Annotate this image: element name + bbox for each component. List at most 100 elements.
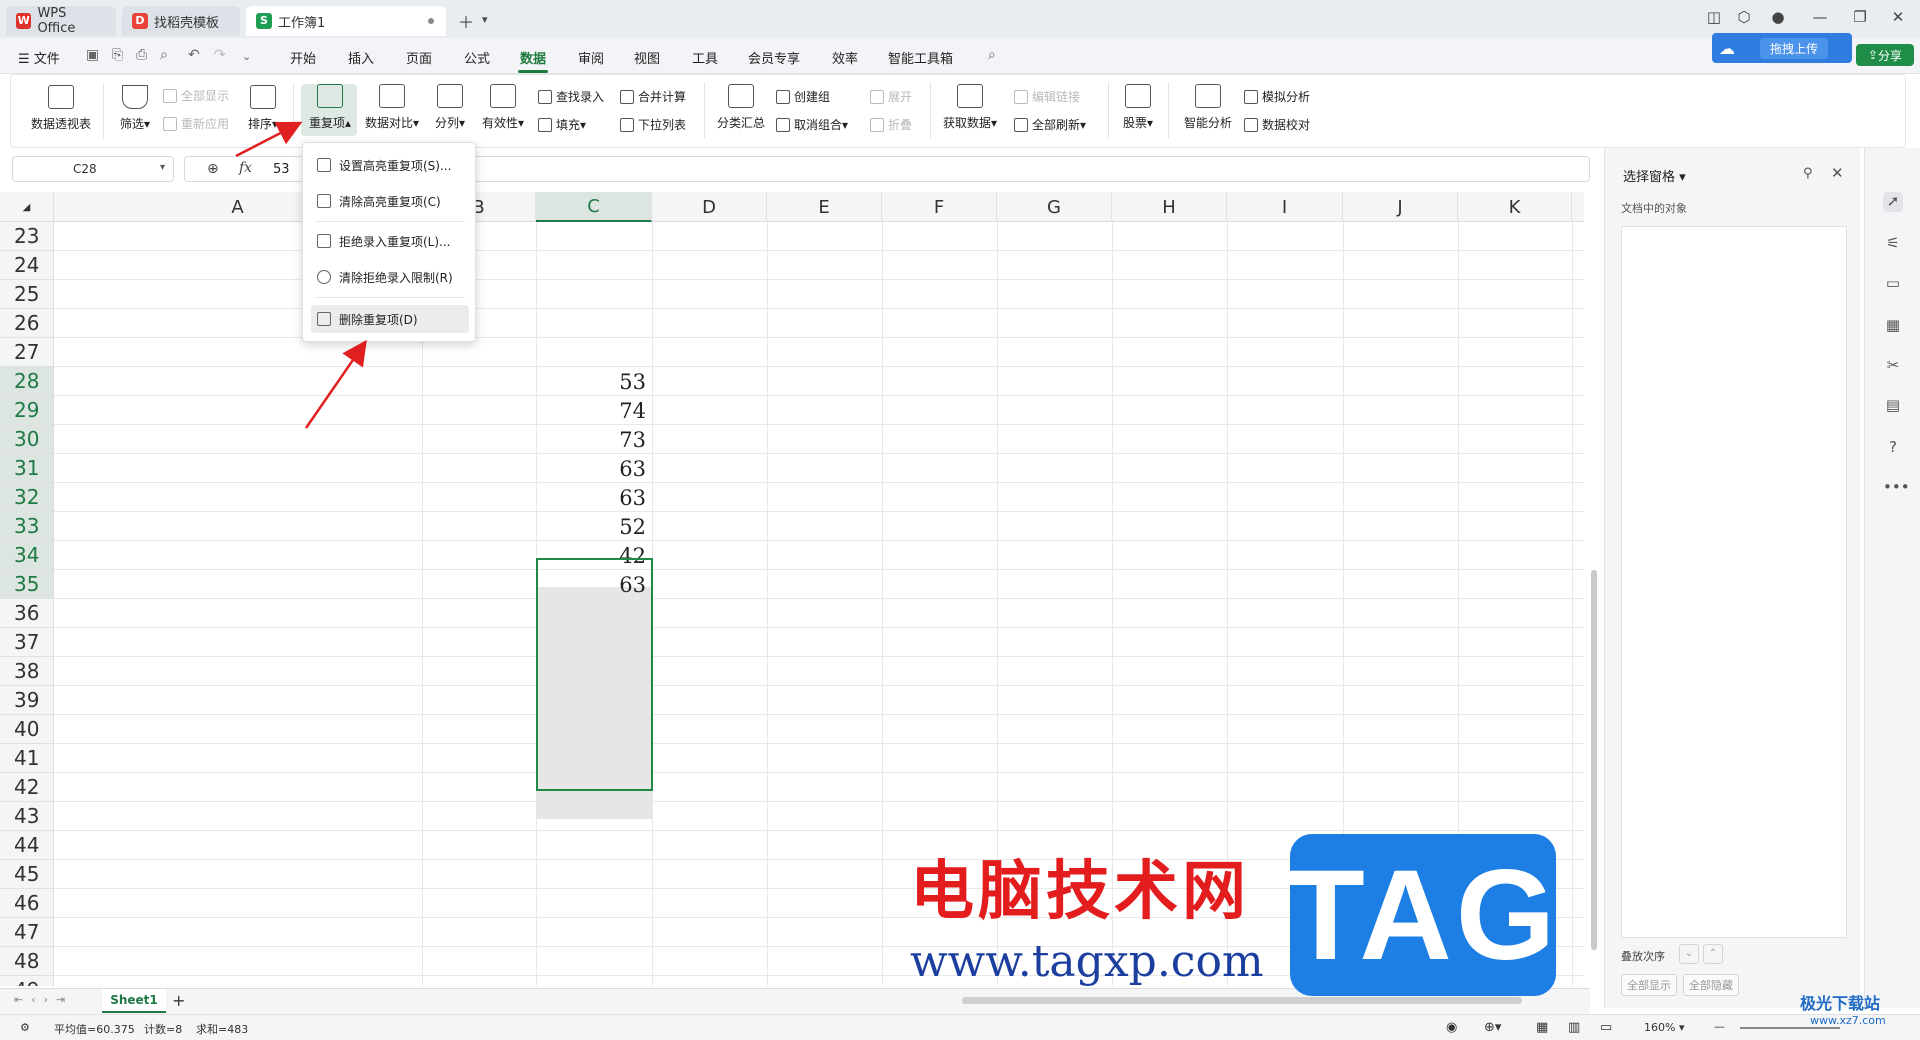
quick-access-chevron-icon[interactable]: ⌄ (242, 50, 251, 63)
menu-member[interactable]: 会员专享 (748, 48, 800, 67)
cell-C29[interactable]: 74 (536, 396, 652, 425)
smart-analysis-button[interactable]: 智能分析 (1178, 84, 1238, 131)
fill-button[interactable]: 填充 ▾ (538, 116, 586, 133)
close-icon[interactable]: ✕ (1888, 8, 1908, 26)
row-header-41[interactable]: 41 (0, 744, 54, 773)
reject-duplicate-entry-item[interactable]: 拒绝录入重复项(L)... (311, 227, 469, 255)
close-pane-icon[interactable]: ✕ (1831, 164, 1844, 182)
macro-icon[interactable]: ⚙ (20, 1021, 30, 1034)
row-header-39[interactable]: 39 (0, 686, 54, 715)
get-data-button[interactable]: 获取数据▾ (940, 84, 1000, 131)
row-header-37[interactable]: 37 (0, 628, 54, 657)
cube-icon[interactable]: ⬡ (1734, 8, 1754, 26)
filter-button[interactable]: 筛选▾ (115, 85, 155, 132)
hide-all-objects-button[interactable]: 全部隐藏 (1683, 974, 1739, 996)
select-pointer-icon[interactable]: ➚ (1883, 192, 1903, 212)
horizontal-scrollbar[interactable] (962, 997, 1522, 1004)
what-if-button[interactable]: 模拟分析 (1244, 88, 1310, 105)
row-header-46[interactable]: 46 (0, 889, 54, 918)
sheet-tab-sheet1[interactable]: Sheet1 (102, 989, 166, 1013)
data-compare-button[interactable]: 数据对比▾ (362, 84, 422, 131)
avatar[interactable]: ● (1768, 8, 1788, 26)
menu-efficiency[interactable]: 效率 (832, 48, 858, 67)
selection-range-C28-C35[interactable] (536, 558, 653, 791)
tab-list-chevron-icon[interactable]: ▾ (482, 13, 488, 26)
page-layout-icon[interactable]: ▥ (1568, 1020, 1580, 1035)
row-header-30[interactable]: 30 (0, 425, 54, 454)
subtotal-button[interactable]: 分类汇总 (714, 84, 768, 131)
row-header-42[interactable]: 42 (0, 773, 54, 802)
lookup-entry-button[interactable]: 查找录入 (538, 88, 604, 105)
column-header-H[interactable]: H (1112, 192, 1227, 222)
more-icon[interactable]: ••• (1883, 478, 1910, 498)
refresh-all-button[interactable]: 全部刷新 ▾ (1014, 116, 1086, 133)
menu-start[interactable]: 开始 (290, 48, 316, 67)
row-header-31[interactable]: 31 (0, 454, 54, 483)
row-header-47[interactable]: 47 (0, 918, 54, 947)
ungroup-button[interactable]: 取消组合 ▾ (776, 116, 848, 133)
restore-icon[interactable]: ❐ (1850, 8, 1870, 26)
menu-formula[interactable]: 公式 (464, 48, 490, 67)
print-preview-icon[interactable]: ⌕ (160, 47, 168, 63)
zoom-formula-icon[interactable]: ⊕ (207, 161, 219, 177)
minimize-icon[interactable]: — (1810, 8, 1830, 26)
cell-C32[interactable]: 63 (536, 483, 652, 512)
save-icon[interactable]: ▣ (86, 47, 99, 63)
column-header-G[interactable]: G (997, 192, 1112, 222)
vertical-scrollbar[interactable] (1591, 570, 1597, 950)
edit-links-button[interactable]: 编辑链接 (1014, 88, 1080, 105)
column-header-J[interactable]: J (1343, 192, 1458, 222)
unsaved-dot-icon[interactable] (428, 18, 434, 24)
page-break-icon[interactable]: ▭ (1600, 1020, 1612, 1035)
split-column-button[interactable]: 分列▾ (430, 84, 470, 131)
undo-icon[interactable]: ↶ (188, 47, 200, 63)
row-header-34[interactable]: 34 (0, 541, 54, 570)
name-box[interactable]: C28 ▾ (12, 156, 174, 182)
column-header-E[interactable]: E (767, 192, 882, 222)
row-header-40[interactable]: 40 (0, 715, 54, 744)
select-all-corner[interactable]: ◢ (0, 192, 54, 222)
row-header-29[interactable]: 29 (0, 396, 54, 425)
row-header-32[interactable]: 32 (0, 483, 54, 512)
comment-icon[interactable]: ▭ (1883, 274, 1903, 294)
search-icon[interactable]: ⌕ (988, 47, 996, 63)
cell-C30[interactable]: 73 (536, 425, 652, 454)
set-highlight-duplicates-item[interactable]: 设置高亮重复项(S)... (311, 151, 469, 179)
redo-icon[interactable]: ↷ (214, 47, 226, 63)
row-header-43[interactable]: 43 (0, 802, 54, 831)
clear-reject-restriction-item[interactable]: 清除拒绝录入限制(R) (311, 263, 469, 291)
menu-data[interactable]: 数据 (517, 48, 549, 73)
cell-C31[interactable]: 63 (536, 454, 652, 483)
pin-icon[interactable]: ⚲ (1803, 166, 1813, 181)
book-icon[interactable]: ▤ (1883, 396, 1903, 416)
print-icon[interactable]: ⎙ (136, 47, 147, 63)
tab-wps-office[interactable]: W WPS Office (6, 6, 116, 36)
collapse-button[interactable]: 折叠 (870, 116, 912, 133)
sheet-nav-arrows-icon[interactable]: ⇤‹›⇥ (14, 993, 73, 1006)
menu-insert[interactable]: 插入 (348, 48, 374, 67)
help-icon[interactable]: ? (1883, 438, 1903, 458)
expand-button[interactable]: 展开 (870, 88, 912, 105)
eye-icon[interactable]: ◉ (1446, 1020, 1457, 1035)
fx-icon[interactable]: fx (239, 160, 252, 176)
column-header-D[interactable]: D (652, 192, 767, 222)
move-up-icon[interactable]: ⌃ (1703, 944, 1723, 964)
image-icon[interactable]: ▦ (1883, 316, 1903, 336)
data-verify-button[interactable]: 数据校对 (1244, 116, 1310, 133)
stocks-button[interactable]: 股票▾ (1118, 84, 1158, 131)
show-all-button[interactable]: 全部显示 (163, 87, 229, 104)
add-sheet-icon[interactable]: + (172, 991, 185, 1010)
open-icon[interactable]: ⎘ (112, 47, 123, 63)
properties-icon[interactable]: ⚟ (1883, 234, 1903, 254)
delete-duplicates-item[interactable]: 删除重复项(D) (311, 305, 469, 333)
column-header-I[interactable]: I (1227, 192, 1343, 222)
dropdown-list-button[interactable]: 下拉列表 (620, 116, 686, 133)
consolidate-button[interactable]: 合并计算 (620, 88, 686, 105)
row-header-38[interactable]: 38 (0, 657, 54, 686)
menu-smart-toolbox[interactable]: 智能工具箱 (888, 48, 953, 67)
file-menu[interactable]: ☰ 文件 (18, 48, 60, 67)
menu-review[interactable]: 审阅 (578, 48, 604, 67)
objects-list[interactable] (1621, 226, 1847, 938)
row-header-23[interactable]: 23 (0, 222, 54, 251)
layout-icon[interactable]: ◫ (1704, 8, 1724, 26)
